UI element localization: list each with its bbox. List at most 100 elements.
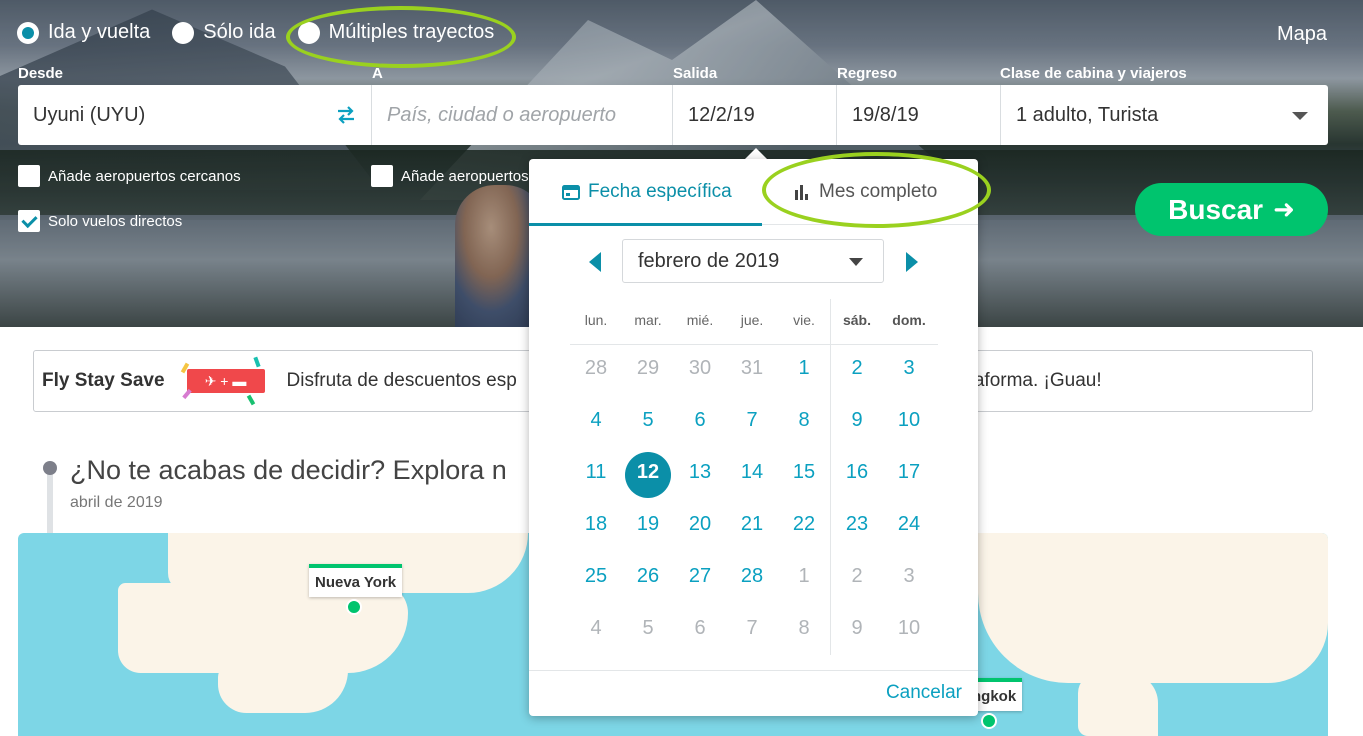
radio-label: Ida y vuelta (48, 21, 151, 43)
calendar-day[interactable]: 5 (622, 617, 674, 640)
to-placeholder: País, ciudad o aeropuerto (387, 103, 617, 126)
month-select[interactable]: febrero de 2019 (622, 239, 884, 283)
checkbox[interactable] (18, 210, 40, 232)
map-land-mexico (218, 663, 348, 713)
radio-label: Múltiples trayectos (328, 21, 495, 43)
from-label: Desde (18, 65, 64, 82)
chevron-down-icon (1292, 112, 1308, 120)
calendar-day[interactable]: 21 (726, 513, 778, 536)
return-value: 19/8/19 (852, 103, 919, 126)
calendar-day[interactable]: 2 (831, 565, 883, 588)
from-field[interactable]: Uyuni (UYU) (18, 85, 372, 145)
search-bar: Uyuni (UYU) País, ciudad o aeropuerto 12… (18, 85, 1328, 145)
calendar-day[interactable]: 7 (726, 409, 778, 432)
calendar-day[interactable]: 20 (674, 513, 726, 536)
map-link[interactable]: Mapa (1277, 23, 1327, 46)
weekday-label: jue. (740, 312, 764, 328)
arrow-right-icon: ➜ (1273, 194, 1295, 224)
explore-title: ¿No te acabas de decidir? Explora n (70, 455, 507, 485)
calendar-day[interactable]: 3 (883, 357, 935, 380)
cabin-travelers-field[interactable]: 1 adulto, Turista (1001, 85, 1328, 145)
tab-whole-month[interactable]: Mes completo (793, 159, 973, 225)
checkbox[interactable] (371, 165, 393, 187)
calendar-day[interactable]: 1 (778, 565, 830, 588)
chevron-right-icon[interactable] (906, 252, 918, 272)
calendar-day[interactable]: 11 (570, 461, 622, 484)
confetti-icon (252, 356, 261, 368)
calendar-day[interactable]: 27 (674, 565, 726, 588)
weekday-label: vie. (793, 312, 815, 328)
calendar-day[interactable]: 15 (778, 461, 830, 484)
radio-round-trip[interactable]: Ida y vuelta (17, 21, 150, 44)
radio-button[interactable] (297, 21, 320, 44)
to-label: A (372, 65, 383, 82)
cancel-button[interactable]: Cancelar (886, 682, 962, 704)
calendar-day[interactable]: 18 (570, 513, 622, 536)
calendar-day[interactable]: 28 (726, 565, 778, 588)
month-select-value: febrero de 2019 (638, 249, 780, 272)
calendar-day[interactable]: 8 (778, 617, 830, 640)
map-pin-icon[interactable] (981, 713, 997, 729)
calendar-week-row: 25 26 27 28 1 2 3 (570, 553, 938, 605)
calendar-day[interactable]: 26 (622, 565, 674, 588)
calendar-day[interactable]: 13 (674, 461, 726, 484)
calendar-day[interactable]: 9 (831, 617, 883, 640)
calendar-day[interactable]: 22 (778, 513, 830, 536)
map-pin-label[interactable]: Nueva York (309, 564, 403, 597)
calendar-day[interactable]: 28 (570, 357, 622, 380)
weekday-label: mar. (634, 312, 662, 328)
radio-multi-city[interactable]: Múltiples trayectos (297, 21, 495, 44)
calendar-day[interactable]: 23 (831, 513, 883, 536)
chevron-left-icon[interactable] (589, 252, 601, 272)
calendar-day[interactable]: 25 (570, 565, 622, 588)
radio-button[interactable] (172, 21, 195, 44)
depart-date-field[interactable]: 12/2/19 (673, 85, 837, 145)
calendar-day[interactable]: 29 (622, 357, 674, 380)
calendar-day[interactable]: 1 (778, 357, 830, 380)
calendar-day[interactable]: 17 (883, 461, 935, 484)
calendar-day[interactable]: 4 (570, 409, 622, 432)
calendar-day[interactable]: 5 (622, 409, 674, 432)
chevron-down-icon (849, 258, 863, 266)
confetti-icon (181, 388, 192, 400)
checkbox-label: Solo vuelos directos (48, 212, 183, 230)
calendar-day[interactable]: 19 (622, 513, 674, 536)
calendar-day[interactable]: 4 (570, 617, 622, 640)
calendar-day[interactable]: 6 (674, 409, 726, 432)
calendar-day[interactable]: 2 (831, 357, 883, 380)
checkbox-label: Añade aeropuertos cercanos (48, 167, 241, 185)
calendar-week-row: 28 29 30 31 1 2 3 (570, 345, 938, 397)
radio-button[interactable] (17, 21, 39, 44)
search-button-label: Buscar (1168, 193, 1264, 225)
checkbox-direct-only[interactable]: Solo vuelos directos (18, 210, 182, 232)
tab-specific-date[interactable]: Fecha específica (529, 159, 762, 226)
weekday-label: lun. (584, 312, 608, 328)
calendar-day[interactable]: 9 (831, 409, 883, 432)
map-pin-icon[interactable] (346, 599, 362, 615)
calendar-day[interactable]: 31 (726, 357, 778, 380)
calendar-day[interactable]: 7 (726, 617, 778, 640)
calendar-day[interactable]: 30 (674, 357, 726, 380)
return-date-field[interactable]: 19/8/19 (837, 85, 1001, 145)
to-field[interactable]: País, ciudad o aeropuerto (372, 85, 673, 145)
checkbox[interactable] (18, 165, 40, 187)
calendar-day[interactable]: 14 (726, 461, 778, 484)
calendar-day[interactable]: 3 (883, 565, 935, 588)
radio-one-way[interactable]: Sólo ida (172, 21, 276, 44)
calendar-day[interactable]: 6 (674, 617, 726, 640)
calendar-week-row: 4 5 6 7 8 9 10 (570, 397, 938, 449)
calendar-day[interactable]: 16 (831, 461, 883, 484)
explore-subtitle: abril de 2019 (70, 494, 163, 511)
checkbox-nearby-to[interactable]: Añade aeropuertos (371, 165, 529, 187)
search-button[interactable]: Buscar ➜ (1135, 183, 1328, 236)
weekday-label: mié. (686, 312, 714, 328)
calendar-days: 28 29 30 31 1 2 3 4 5 6 7 8 9 10 11 12 13 14 15 16 17 18 19 20 2… (570, 345, 938, 657)
calendar-day[interactable]: 10 (883, 617, 935, 640)
map-land-southeast-asia (1078, 673, 1158, 736)
calendar-day[interactable]: 8 (778, 409, 830, 432)
swap-icon[interactable] (335, 105, 357, 125)
calendar-day[interactable]: 10 (883, 409, 935, 432)
calendar-day[interactable]: 24 (883, 513, 935, 536)
calendar-day-selected[interactable]: 12 (622, 461, 674, 484)
checkbox-nearby-from[interactable]: Añade aeropuertos cercanos (18, 165, 241, 187)
